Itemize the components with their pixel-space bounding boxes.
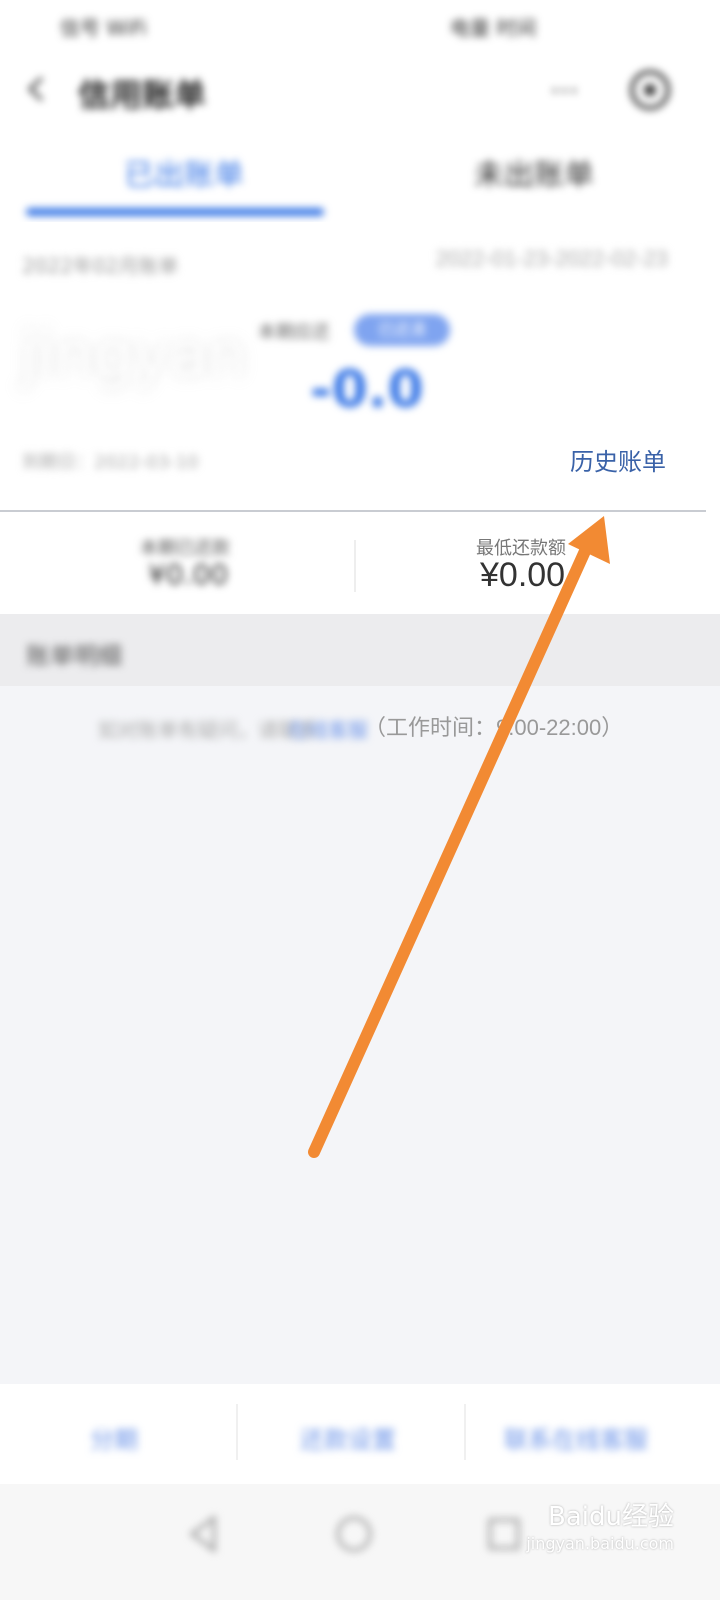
online-service-link[interactable]: 在线客服 [288, 714, 368, 743]
bill-details-section: 账单明细 [0, 614, 720, 686]
customer-service-line: 如对账单有疑问，请联系 在线客服 （工作时间：9:00-22:00） [0, 700, 720, 750]
header: 信用账单 ··· [0, 52, 720, 132]
status-bar: 信号 WiFi 电量 时间 [0, 0, 720, 52]
status-right: 电量 时间 [450, 16, 537, 40]
tab-unissued-bill[interactable]: 未出账单 [474, 150, 594, 194]
repayment-stats: 本期已还款 ¥0.00 最低还款额 ¥0.00 [0, 518, 720, 614]
installment-button[interactable]: 分期 [90, 1420, 138, 1455]
close-circle-icon[interactable] [628, 68, 672, 112]
divider [0, 510, 706, 512]
bill-period: 2022-01-23-2022-02-23 [435, 246, 668, 271]
bill-month-label: 2022年02月账单 [22, 254, 179, 278]
baidu-watermark-url: jingyan.baidu.com [526, 1534, 674, 1553]
bill-card: 2022年02月账单 2022-01-23-2022-02-23 本期应还 已还… [0, 222, 720, 518]
page-title: 信用账单 [78, 76, 207, 114]
contact-service-button[interactable]: 联系在线客服 [504, 1420, 648, 1455]
bottom-action-bar: 分期 还款设置 联系在线客服 [0, 1384, 720, 1484]
active-tab-indicator [26, 208, 324, 216]
bill-amount-label: 本期应还 [258, 322, 330, 343]
status-left: 信号 WiFi [60, 16, 147, 40]
bill-watermark: jingyan [20, 318, 248, 391]
bill-due-date: 到期日：2022-03-10 [22, 452, 199, 473]
paid-amount-value: ¥0.00 [148, 558, 229, 591]
baidu-watermark: Baidu经验 [548, 1502, 674, 1532]
back-icon[interactable] [22, 74, 52, 104]
bill-tabs: 已出账单 未出账单 [0, 132, 720, 223]
action-divider [464, 1404, 466, 1460]
history-bills-link[interactable]: 历史账单 [570, 442, 666, 477]
service-prefix: 如对账单有疑问，请联系 [98, 718, 318, 742]
bill-status-badge: 已还清 [354, 314, 450, 346]
paid-amount-label: 本期已还款 [140, 538, 230, 559]
stats-divider [354, 540, 356, 592]
nav-recents-icon[interactable] [480, 1510, 528, 1558]
bill-amount: -0.0 [310, 360, 424, 420]
nav-back-icon[interactable] [180, 1510, 228, 1558]
repayment-settings-button[interactable]: 还款设置 [300, 1420, 396, 1455]
nav-home-icon[interactable] [330, 1510, 378, 1558]
action-divider [236, 1404, 238, 1460]
more-menu-button[interactable]: ··· [550, 74, 579, 109]
service-hours: （工作时间：9:00-22:00） [364, 715, 624, 740]
tab-issued-bill[interactable]: 已出账单 [124, 150, 244, 194]
minimum-payment-value: ¥0.00 [480, 556, 566, 594]
section-title: 账单明细 [26, 642, 122, 670]
